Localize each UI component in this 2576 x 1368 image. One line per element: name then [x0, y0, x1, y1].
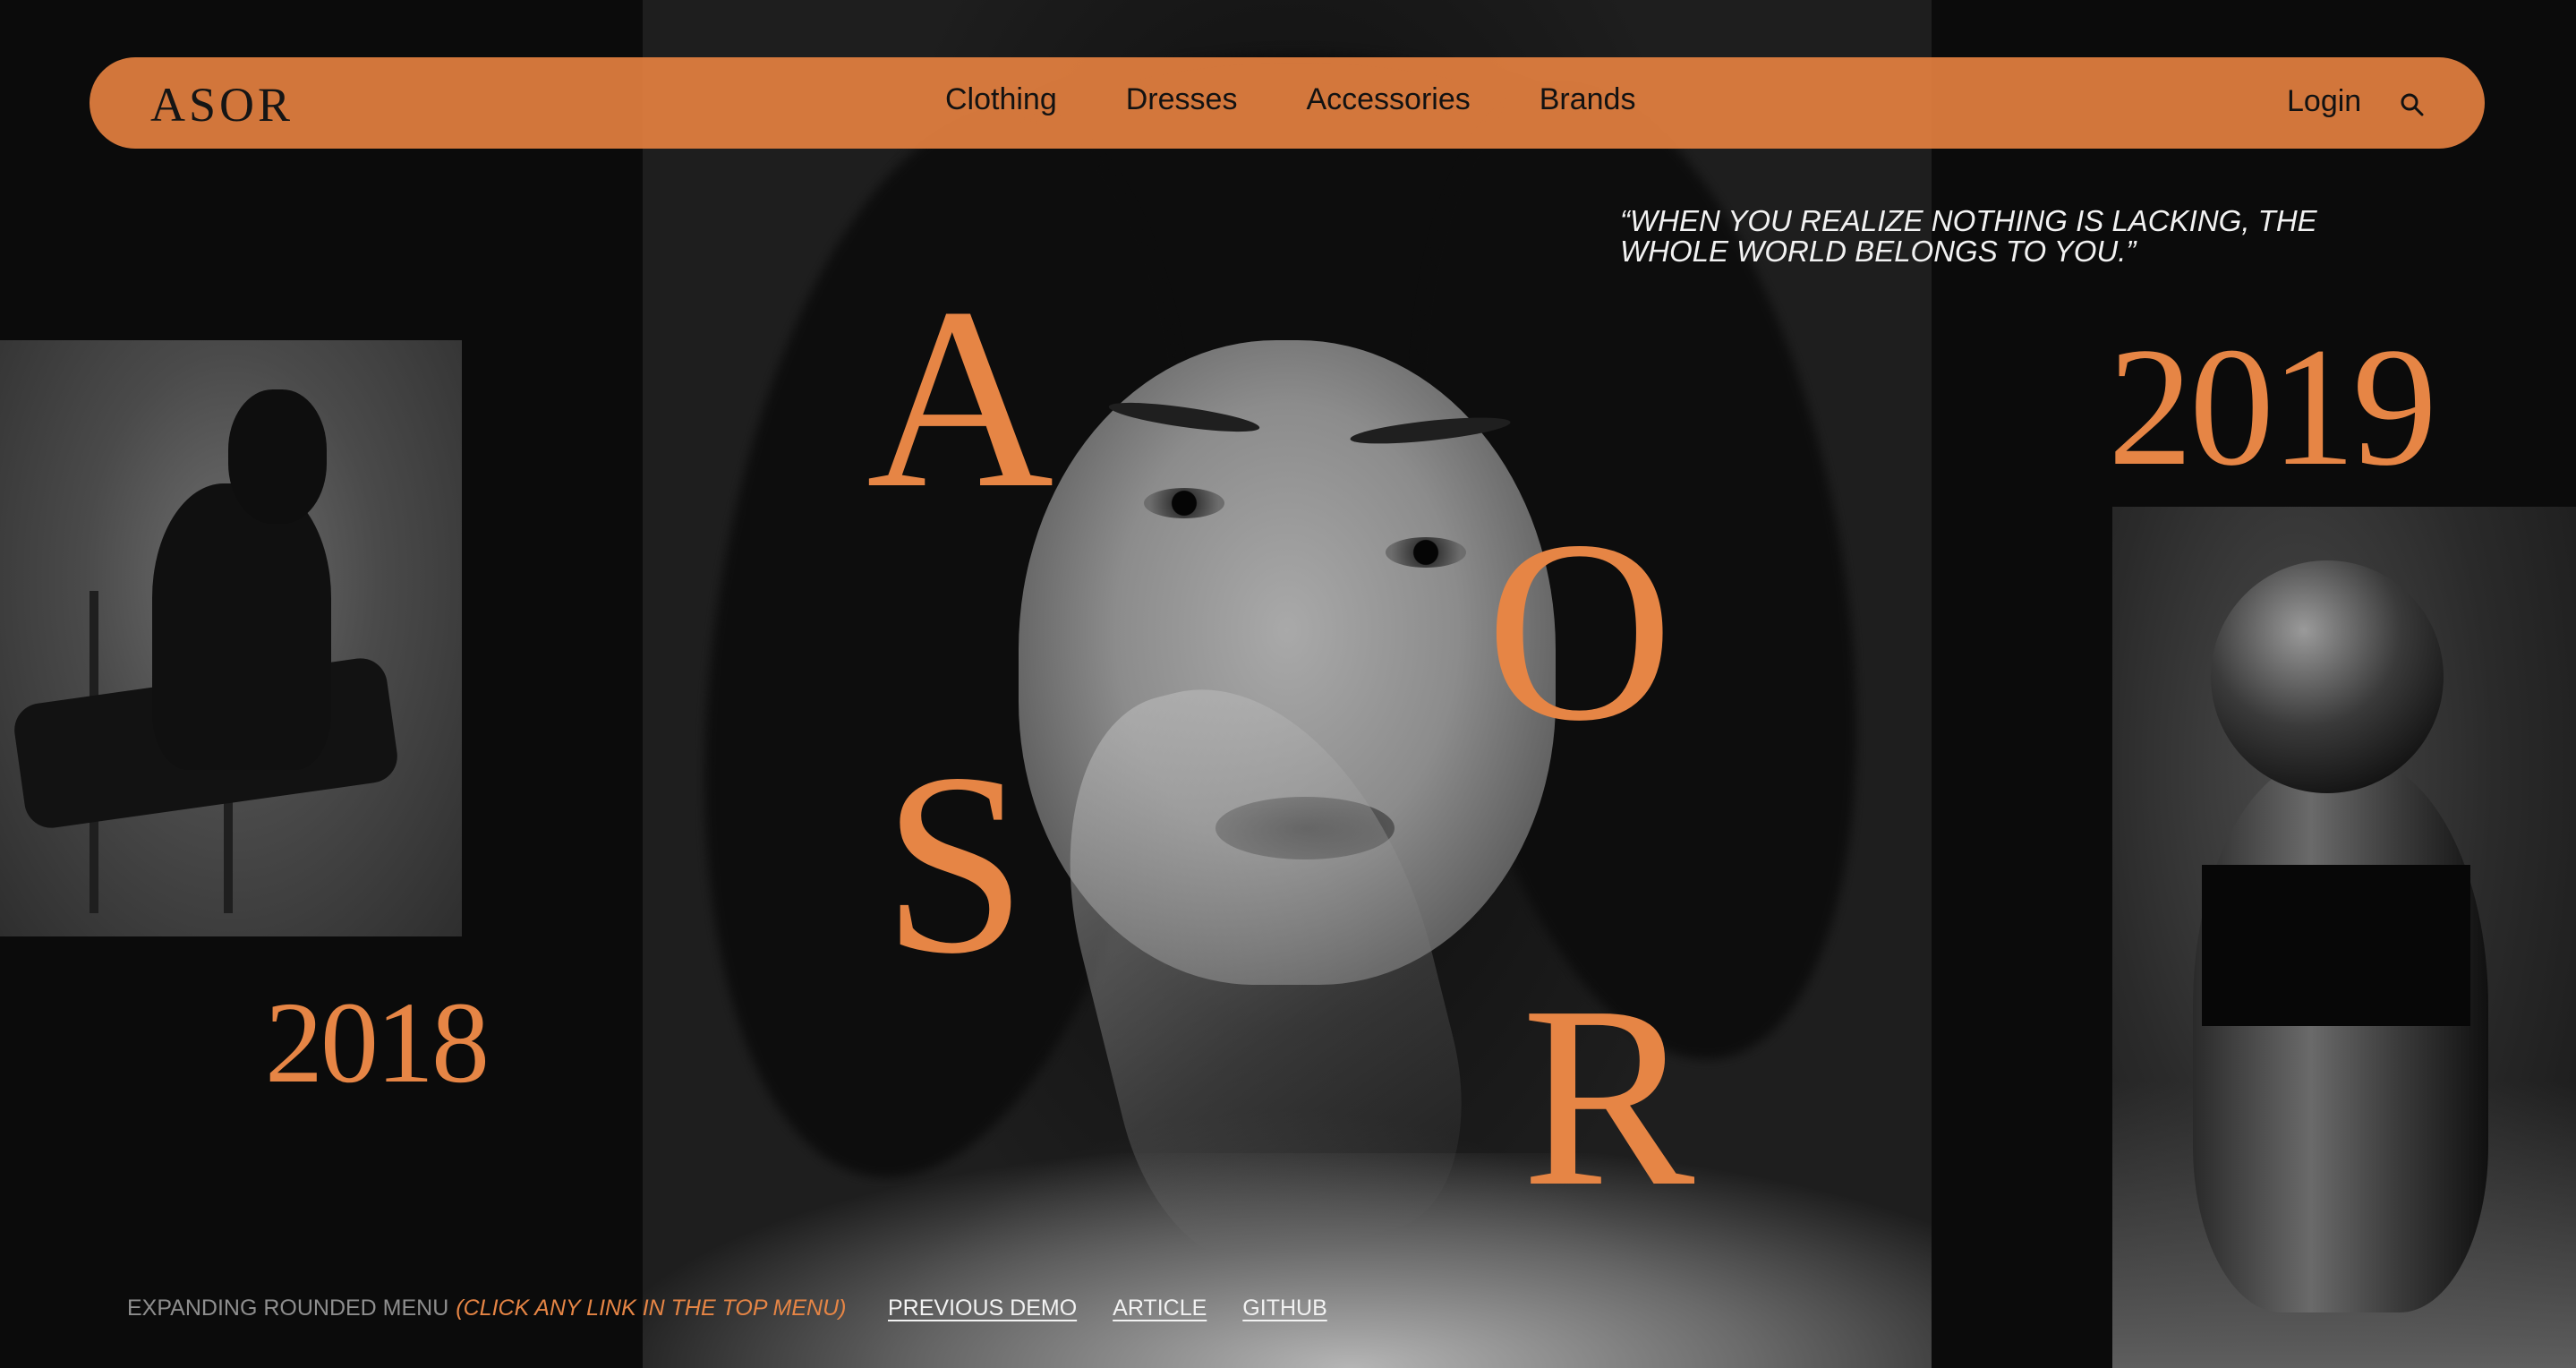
hero-letter-o: O — [1486, 487, 1674, 774]
hero-letter-r: R — [1522, 953, 1695, 1240]
year-left: 2018 — [265, 979, 490, 1107]
top-nav-bar: ASOR Clothing Dresses Accessories Brands… — [90, 57, 2485, 149]
footer-links: PREVIOUS DEMO ARTICLE GITHUB — [888, 1295, 1327, 1321]
article-link[interactable]: ARTICLE — [1113, 1295, 1207, 1321]
login-link[interactable]: Login — [2287, 84, 2361, 119]
menu-item-clothing[interactable]: Clothing — [945, 82, 1057, 117]
previous-demo-link[interactable]: PREVIOUS DEMO — [888, 1295, 1077, 1321]
github-link[interactable]: GITHUB — [1242, 1295, 1326, 1321]
hero-letter-s: S — [883, 720, 1028, 1007]
footer-hint: (CLICK ANY LINK IN THE TOP MENU) — [456, 1295, 847, 1321]
menu-item-brands[interactable]: Brands — [1540, 82, 1636, 117]
menu-item-dresses[interactable]: Dresses — [1126, 82, 1238, 117]
brand-logo[interactable]: ASOR — [150, 77, 294, 133]
menu-item-accessories[interactable]: Accessories — [1306, 82, 1470, 117]
right-model-photo — [2112, 507, 2576, 1368]
search-icon[interactable] — [2399, 91, 2426, 118]
page: A O S R “WHEN YOU REALIZE NOTHING IS LAC… — [0, 0, 2576, 1368]
year-right: 2019 — [2108, 313, 2437, 501]
hero-quote: “WHEN YOU REALIZE NOTHING IS LACKING, TH… — [1620, 204, 2317, 268]
footer-title: EXPANDING ROUNDED MENU — [127, 1295, 449, 1321]
main-menu: Clothing Dresses Accessories Brands — [945, 82, 1704, 117]
footer-caption: EXPANDING ROUNDED MENU (CLICK ANY LINK I… — [127, 1295, 846, 1321]
hero-letter-a: A — [866, 254, 1054, 542]
left-model-photo — [0, 340, 462, 936]
